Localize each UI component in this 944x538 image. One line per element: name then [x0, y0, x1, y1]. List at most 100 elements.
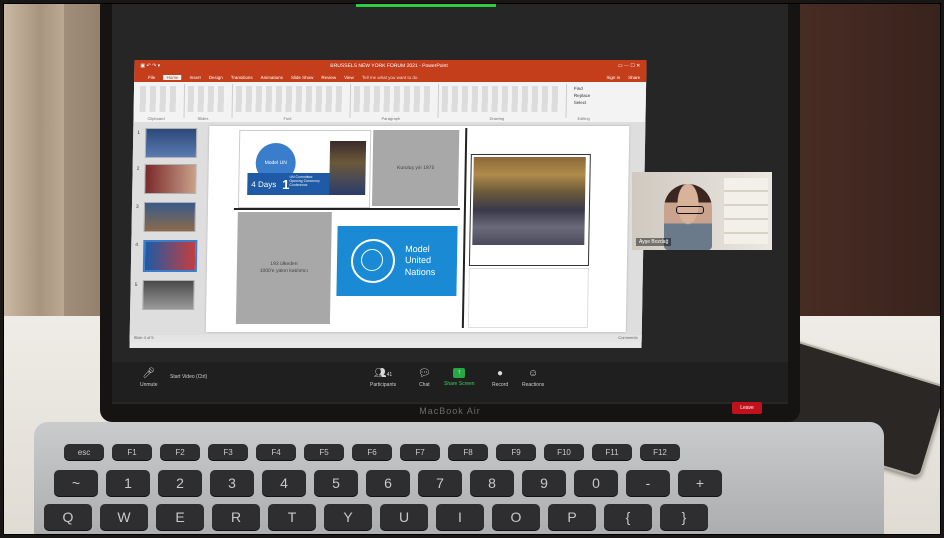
slide-thumbnails-pane[interactable]: 1 2 3 4 5	[134, 126, 202, 334]
key: Q	[44, 504, 92, 530]
thumb-number: 2	[136, 166, 140, 172]
ribbon-separator	[437, 84, 440, 118]
editing-group[interactable]: Find Replace Select	[574, 86, 591, 106]
number-key-row: ~ 1 2 3 4 5 6 7 8 9 0 - +	[54, 470, 722, 496]
key: P	[548, 504, 596, 530]
key: 6	[366, 470, 410, 496]
logo-line: Model	[405, 244, 430, 255]
laptop-lid: ▣ ↶ ↷ ▾ BRUSSELS NEW YORK FORUM 2021 - P…	[100, 4, 800, 422]
share-button[interactable]: Share	[628, 75, 640, 80]
menu-item[interactable]: Review	[321, 75, 336, 80]
powerpoint-window[interactable]: ▣ ↶ ↷ ▾ BRUSSELS NEW YORK FORUM 2021 - P…	[129, 60, 647, 348]
menu-item[interactable]: Design	[209, 75, 223, 80]
mute-label: Unmute	[140, 382, 158, 388]
participants-button[interactable]: 👥︎41 Participants	[370, 368, 396, 388]
key: F6	[352, 444, 392, 460]
share-screen-label: Share Screen	[444, 381, 475, 387]
select-button[interactable]: Select	[574, 100, 591, 107]
menu-item[interactable]: Insert	[189, 75, 200, 80]
ppt-window-title: BRUSSELS NEW YORK FORUM 2021 - PowerPoin…	[330, 63, 448, 69]
start-video-label: Start Video (Ctrl)	[170, 374, 208, 380]
window-controls[interactable]: ▭ — ☐ ✕	[618, 63, 641, 69]
clipboard-group[interactable]	[139, 86, 181, 112]
ribbon-group-label: Clipboard	[147, 116, 165, 121]
slide-thumbnail[interactable]	[144, 128, 198, 158]
key: F11	[592, 444, 632, 460]
key: F8	[448, 444, 488, 460]
slide-thumbnail[interactable]	[142, 280, 195, 310]
sharing-indicator-bar	[356, 4, 496, 7]
record-label: Record	[492, 382, 509, 388]
paragraph-group[interactable]	[353, 86, 435, 112]
key: 4	[262, 470, 306, 496]
key: F7	[400, 444, 440, 460]
drawing-group[interactable]	[441, 86, 563, 112]
zoom-toolbar: 🎤︎ Unmute Start Video (Ctrl) 👥︎41 Particip…	[112, 362, 788, 414]
ppt-quick-access[interactable]: ▣ ↶ ↷ ▾	[140, 63, 160, 69]
thumb-number: 1	[137, 130, 141, 136]
key: 9	[522, 470, 566, 496]
function-key-row: esc F1 F2 F3 F4 F5 F6 F7 F8 F9 F10 F11 F…	[64, 444, 680, 460]
menu-item[interactable]: View	[344, 75, 354, 80]
slide-count: Slide 4 of 5	[133, 335, 154, 340]
share-screen-button[interactable]: ↑ Share Screen	[444, 368, 475, 387]
key: O	[492, 504, 540, 530]
participant-video-tile[interactable]: Ayşe Bozdağ	[632, 172, 772, 250]
replace-button[interactable]: Replace	[574, 93, 591, 100]
menu-item[interactable]: Home	[163, 74, 182, 80]
find-button[interactable]: Find	[574, 86, 591, 93]
comments-button[interactable]: Comments	[618, 335, 637, 342]
slide-thumbnail[interactable]	[144, 164, 197, 194]
key: Y	[324, 504, 372, 530]
key: F12	[640, 444, 680, 460]
laptop-screen: ▣ ↶ ↷ ▾ BRUSSELS NEW YORK FORUM 2021 - P…	[112, 4, 788, 414]
tell-me-box[interactable]: Tell me what you want to do	[362, 75, 418, 80]
key: R	[212, 504, 260, 530]
logo-line: Nations	[404, 266, 436, 277]
slide-canvas[interactable]: Model UN 4 Days 1 UN Committee Opening C…	[205, 126, 630, 332]
key: F3	[208, 444, 248, 460]
sign-in-link[interactable]: Sign in	[606, 75, 620, 80]
un-assembly-photo-panel	[468, 154, 591, 266]
reactions-button[interactable]: ☺ Reactions	[522, 368, 544, 388]
thumb-number: 5	[134, 282, 138, 288]
menu-item[interactable]: Slide Show	[291, 75, 314, 80]
key: 1	[106, 470, 150, 496]
share-screen-icon: ↑	[453, 368, 466, 378]
laptop-brand: MacBook Air	[419, 406, 481, 416]
chat-button[interactable]: 💬︎ Chat	[418, 368, 431, 388]
slides-group[interactable]	[187, 86, 229, 112]
bookshelf	[724, 178, 768, 244]
ppt-status-bar: Slide 4 of 5 Comments	[129, 335, 642, 342]
ppt-menu-bar: File Home Insert Design Transitions Anim…	[134, 72, 647, 82]
mute-button[interactable]: 🎤︎ Unmute	[140, 368, 158, 388]
key: I	[436, 504, 484, 530]
key: -	[626, 470, 670, 496]
ribbon-separator	[231, 84, 234, 118]
slide-panel-participants: 193 ülkeden 1000'e yakın katılımcı	[235, 212, 332, 324]
participants-icon: 👥︎41	[373, 368, 393, 379]
participants-label: Participants	[370, 382, 397, 388]
font-group[interactable]	[235, 86, 347, 112]
record-button[interactable]: ● Record	[492, 368, 508, 388]
ppt-ribbon: Clipboard Slides Font Paragraph Drawing …	[133, 82, 647, 123]
key: esc	[64, 444, 104, 460]
ppt-workspace: 1 2 3 4 5 Model UN 4 Days 1 UN Committee…	[129, 122, 646, 342]
reactions-label: Reactions	[522, 382, 545, 388]
participants-count: 41	[386, 372, 393, 378]
key: 0	[574, 470, 618, 496]
curtain	[4, 4, 64, 334]
start-video-button[interactable]: Start Video (Ctrl)	[170, 374, 207, 380]
ribbon-separator	[349, 84, 352, 118]
key: 8	[470, 470, 514, 496]
un-emblem-icon	[350, 239, 396, 283]
slide-thumbnail-selected[interactable]	[142, 240, 198, 272]
slide-thumbnail[interactable]	[143, 202, 197, 232]
menu-item[interactable]: Animations	[261, 75, 283, 80]
menu-item[interactable]: Transitions	[231, 75, 253, 80]
ribbon-group-label: Drawing	[489, 116, 505, 121]
menu-item[interactable]: File	[148, 75, 155, 80]
glasses	[676, 206, 704, 214]
microphone-icon: 🎤︎	[142, 368, 156, 379]
key: U	[380, 504, 428, 530]
